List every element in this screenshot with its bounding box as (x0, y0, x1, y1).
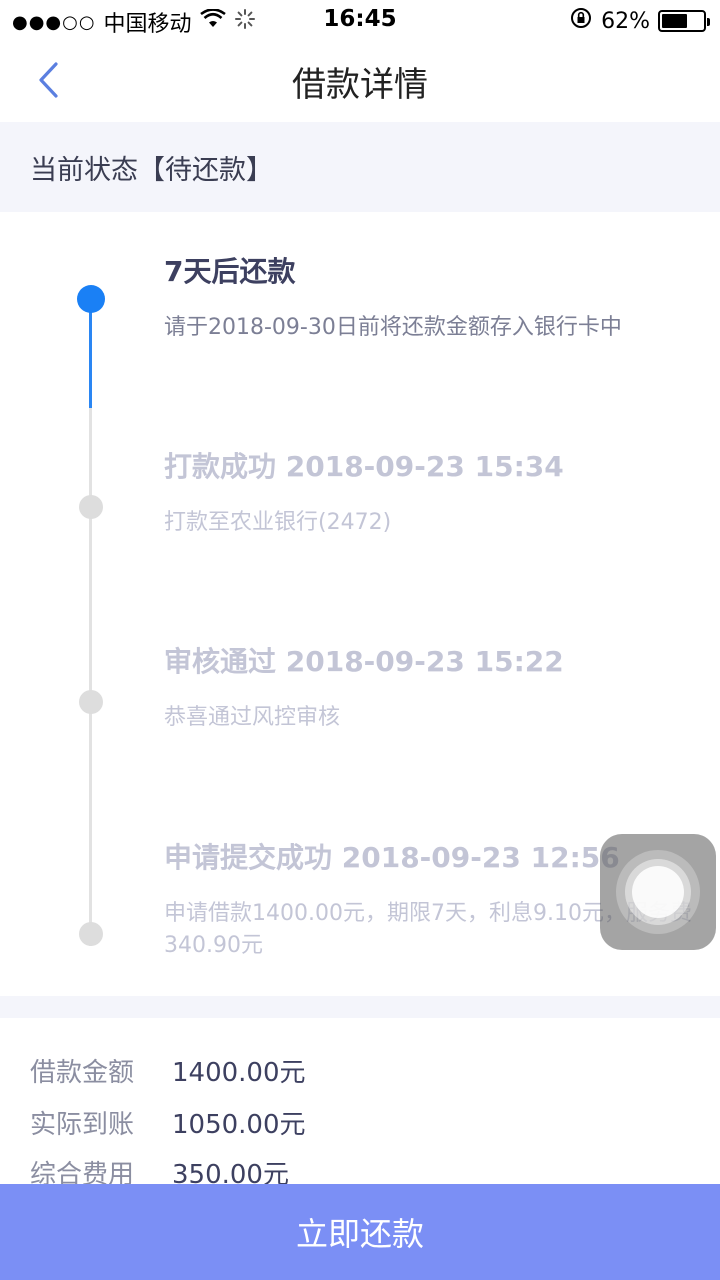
timeline-item-title: 7天后还款 (164, 255, 296, 288)
battery-icon (658, 10, 710, 32)
detail-label: 实际到账 (30, 1110, 135, 1140)
timeline-item-title: 审核通过 2018-09-23 15:22 (164, 645, 564, 678)
orientation-lock-icon (569, 6, 593, 36)
repay-now-button[interactable]: 立即还款 (0, 1184, 720, 1280)
timeline-progress (89, 300, 92, 408)
timeline-item: 7天后还款 请于2018-09-30日前将还款金额存入银行卡中 (164, 254, 704, 344)
nav-bar: 借款详情 (0, 40, 720, 122)
timeline-dot (79, 922, 103, 946)
status-bar-right: 62% (569, 6, 710, 36)
timeline-dot-active (77, 285, 105, 313)
timeline-item-desc: 打款至农业银行(2472) (164, 510, 392, 535)
chevron-left-icon (39, 62, 58, 98)
current-status-header: 当前状态【待还款】 (0, 122, 720, 212)
back-button[interactable] (28, 56, 68, 104)
loan-details: 借款金额 1400.00元 实际到账 1050.00元 综合费用 350.00元 (0, 1018, 720, 1184)
detail-value: 1400.00元 (172, 1058, 306, 1088)
timeline-dot (79, 690, 103, 714)
detail-value: 1050.00元 (172, 1110, 306, 1140)
timeline-item-title: 打款成功 2018-09-23 15:34 (164, 450, 564, 483)
battery-level-fill (662, 14, 687, 28)
section-divider (0, 996, 720, 1018)
timeline-item: 审核通过 2018-09-23 15:22 恭喜通过风控审核 (164, 644, 704, 734)
timeline-item-desc: 恭喜通过风控审核 (164, 705, 341, 730)
assistive-touch-button[interactable] (600, 834, 716, 950)
status-bar: ●●●○○ 中国移动 16:45 62% (0, 0, 720, 40)
assistive-touch-icon (632, 866, 684, 918)
current-status-label: 当前状态【待还款】 (30, 154, 273, 186)
detail-label: 综合费用 (30, 1160, 135, 1184)
detail-row-loan-amount: 借款金额 1400.00元 (30, 1052, 306, 1089)
detail-value: 350.00元 (172, 1160, 289, 1184)
timeline-dot (79, 495, 103, 519)
page-title: 借款详情 (292, 64, 428, 105)
detail-label: 借款金额 (30, 1058, 135, 1088)
timeline-item-desc: 请于2018-09-30日前将还款金额存入银行卡中 (164, 315, 622, 340)
battery-percent: 62% (601, 8, 650, 34)
timeline-item: 打款成功 2018-09-23 15:34 打款至农业银行(2472) (164, 449, 704, 539)
detail-row-total-fee: 综合费用 350.00元 (30, 1154, 289, 1184)
detail-row-received-amount: 实际到账 1050.00元 (30, 1104, 306, 1141)
